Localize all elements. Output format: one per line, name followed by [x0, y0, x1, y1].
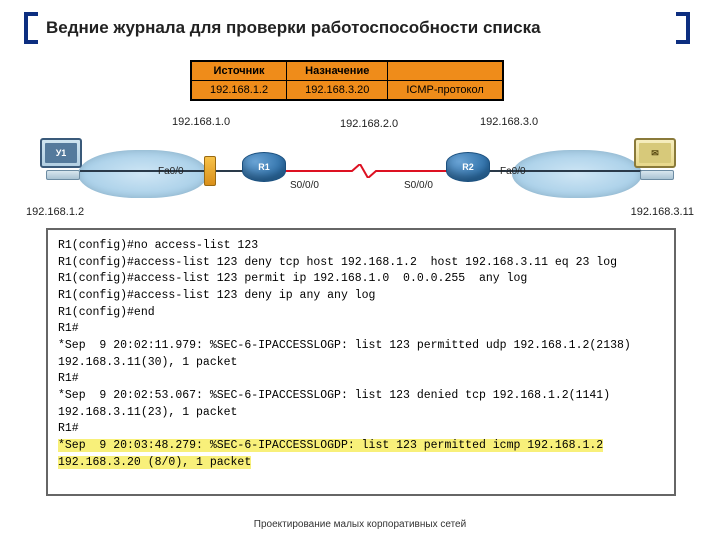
router-r2: R2 — [446, 152, 490, 182]
terminal-line: R1# — [58, 371, 664, 388]
terminal-highlight-1: *Sep 9 20:03:48.279: %SEC-6-IPACCESSLOGD… — [58, 439, 603, 452]
terminal-output: R1(config)#no access-list 123R1(config)#… — [46, 228, 676, 496]
packet-table-header-dest: Назначение — [287, 62, 388, 81]
router-r1-label: R1 — [258, 162, 270, 172]
packet-table-cell-col3: ICMP-протокол — [388, 81, 502, 100]
terminal-line: R1(config)#access-list 123 deny ip any a… — [58, 288, 664, 305]
envelope-icon: ✉ — [639, 143, 671, 163]
switch-icon — [204, 156, 216, 186]
page-title-wrap: Ведние журнала для проверки работоспособ… — [24, 12, 690, 44]
packet-table-header-col3 — [388, 62, 502, 81]
bracket-left-icon — [24, 12, 38, 44]
packet-table-header-source: Источник — [192, 62, 287, 81]
host-right-ip: 192.168.3.11 — [631, 206, 694, 218]
terminal-line: R1(config)#access-list 123 permit ip 192… — [58, 271, 664, 288]
link-serial — [282, 170, 452, 172]
cloud-right-icon — [512, 150, 642, 198]
intf-fa00-right: Fa0/0 — [500, 166, 526, 177]
terminal-line: *Sep 9 20:02:53.067: %SEC-6-IPACCESSLOGP… — [58, 388, 664, 405]
cloud-left-icon — [78, 150, 208, 198]
terminal-line: R1(config)#end — [58, 305, 664, 322]
host-left-ip: 192.168.1.2 — [26, 206, 84, 218]
bracket-right-icon — [676, 12, 690, 44]
terminal-line: R1(config)#no access-list 123 — [58, 238, 664, 255]
page-title: Ведние журнала для проверки работоспособ… — [38, 18, 676, 38]
subnet-left: 192.168.1.0 — [172, 116, 230, 128]
host-left-label: У1 — [45, 143, 77, 163]
terminal-line: R1(config)#access-list 123 deny tcp host… — [58, 255, 664, 272]
packet-table-cell-dest: 192.168.3.20 — [287, 81, 388, 100]
intf-s000-r1: S0/0/0 — [290, 180, 319, 191]
terminal-line: *Sep 9 20:02:11.979: %SEC-6-IPACCESSLOGP… — [58, 338, 664, 355]
intf-s000-r2: S0/0/0 — [404, 180, 433, 191]
packet-table-cell-source: 192.168.1.2 — [192, 81, 287, 100]
host-left: У1 — [40, 138, 86, 190]
footer-text: Проектирование малых корпоративных сетей — [0, 519, 720, 530]
packet-table: Источник Назначение 192.168.1.2 192.168.… — [190, 60, 504, 101]
terminal-line: 192.168.3.11(23), 1 packet — [58, 405, 664, 422]
router-r1: R1 — [242, 152, 286, 182]
intf-fa00-left: Fa0/0 — [158, 166, 184, 177]
router-r2-label: R2 — [462, 162, 474, 172]
terminal-line: R1# — [58, 421, 664, 438]
host-right: ✉ — [634, 138, 680, 190]
subnet-right: 192.168.3.0 — [480, 116, 538, 128]
topology-diagram: У1 R1 R2 ✉ 192.168.1.0 192.168.2.0 192.1… — [50, 108, 670, 223]
link-right — [470, 170, 650, 172]
terminal-highlight-2: 192.168.3.20 (8/0), 1 packet — [58, 456, 251, 469]
subnet-mid: 192.168.2.0 — [340, 118, 398, 130]
terminal-line: R1# — [58, 321, 664, 338]
terminal-line: 192.168.3.11(30), 1 packet — [58, 355, 664, 372]
